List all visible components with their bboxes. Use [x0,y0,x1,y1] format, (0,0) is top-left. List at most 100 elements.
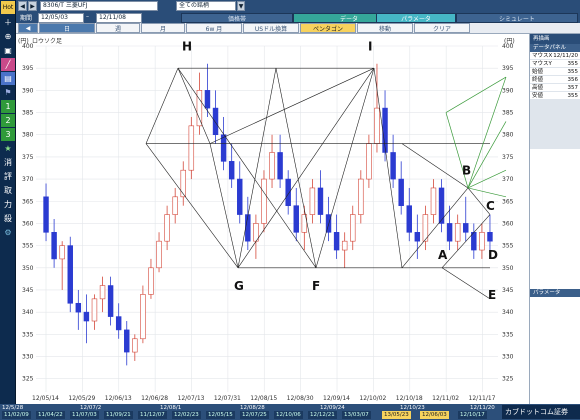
star-icon[interactable]: ★ [1,142,15,155]
left-toolbar: Hot ＋ ⊕ ▣ ╱ ▤ ⚑ 1 2 3 ★ 消 評 取 力 殺 ⚙ [0,0,16,420]
candle-body [487,232,493,242]
tab-small-1[interactable]: ◀ [18,23,38,33]
nav-seg-11[interactable]: 13/05/23 [382,411,411,419]
candle-body [414,232,421,242]
candle-body [293,205,299,233]
nav-seg-4[interactable]: 11/12/07 [138,411,167,419]
line-icon[interactable]: ╱ [1,58,15,71]
x-tick-label: 12/11/17 [469,395,496,402]
candle-body [67,245,73,304]
candle-body [148,267,154,295]
nav-seg-6[interactable]: 12/05/15 [206,411,235,419]
bottom-navigator[interactable]: 12/5/28 12/07/2 12/08/1 12/08/28 12/09/2… [0,404,580,420]
nav-seg-12[interactable]: 12/06/03 [420,411,449,419]
x-tick-label: 12/07/31 [214,395,241,402]
date-to-input[interactable]: 12/11/08 [96,13,142,23]
nav-seg-1[interactable]: 11/04/22 [36,411,65,419]
price-band-button[interactable]: 価格帯 [181,13,293,23]
nav-seg-9[interactable]: 12/12/21 [308,411,337,419]
tool-1-icon[interactable]: 1 [1,100,15,113]
tool-3-icon[interactable]: 3 [1,128,15,141]
scope-select[interactable]: 全ての銘柄 [176,1,236,11]
tab-bar: ◀ 日 週 月 6w 月 USドル換算 ペンタゴン 移動 クリア [16,23,580,34]
fan-line [467,121,507,189]
rate-icon[interactable]: 評 [1,170,15,183]
param-button[interactable]: パラメータ [376,13,456,23]
y-tick-right: 330 [502,354,514,361]
candlestick-chart[interactable]: (円) ロウソク足 (円) 400 400 395 395 390 390 385 385 38… [16,34,530,404]
ticker-field[interactable]: 8306/T 三菱UFJ [40,1,158,11]
point-label-e: E [488,288,496,302]
fan-line [445,76,507,113]
next-icon[interactable]: ▶ [28,1,37,11]
nav-seg-0[interactable]: 11/02/09 [2,411,31,419]
panel-row-mousex: マウスX 12/11/20 [530,52,580,60]
tab-6w[interactable]: 6w 月 [186,23,242,33]
tab-pentagon[interactable]: ペンタゴン [300,23,356,33]
nav-seg-2[interactable]: 11/07/03 [70,411,99,419]
pentagon-line [401,143,469,189]
camera-icon[interactable]: ▣ [1,44,15,57]
erase-icon[interactable]: 消 [1,156,15,169]
candle-body [446,223,453,242]
x-tick-label: 12/09/14 [323,395,350,402]
tab-daily[interactable]: 日 [39,23,95,33]
y-tick-right: 365 [502,198,514,205]
candle-body [124,329,130,353]
candle-body [212,107,219,136]
candle-body [333,232,340,251]
collapse-icon[interactable]: 殺 [1,212,15,225]
param-panel-title: パラメータ [530,289,580,297]
crosshair-icon[interactable]: ＋ [1,16,15,29]
nav-seg-3[interactable]: 11/09/21 [104,411,133,419]
panel-row-high: 高値 357 [530,84,580,92]
tab-move[interactable]: 移動 [357,23,413,33]
settings-icon[interactable]: ⚙ [1,226,15,239]
candle-body [390,152,396,180]
nav-seg-7[interactable]: 12/07/25 [240,411,269,419]
nav-seg-10[interactable]: 13/03/07 [342,411,371,419]
flag-icon[interactable]: ⚑ [1,86,15,99]
nav-seg-8[interactable]: 12/10/06 [274,411,303,419]
x-tick-label: 12/08/30 [287,395,314,402]
zoom-in-icon[interactable]: ⊕ [1,30,15,43]
y-tick-left: 375 [22,154,34,161]
x-tick-label: 12/07/13 [178,395,205,402]
chart-icon[interactable]: ▤ [1,72,15,85]
point-label-a: A [438,248,448,262]
tab-usd[interactable]: USドル換算 [243,23,299,33]
candle-body [83,311,90,322]
y-tick-right: 335 [502,331,514,338]
power-icon[interactable]: 力 [1,198,15,211]
candle-body [454,223,461,242]
y-tick-left: 335 [22,331,34,338]
tool-2-icon[interactable]: 2 [1,114,15,127]
y-tick-left: 340 [22,309,34,316]
scope-dropdown-icon[interactable]: ▼ [237,1,245,11]
tab-clear[interactable]: クリア [414,23,470,33]
candle-body [228,161,235,180]
nav-seg-5[interactable]: 12/02/23 [172,411,201,419]
app-window: { "header": { "hot_label": "Hot", "ticke… [0,0,580,420]
candle-body [115,316,122,331]
x-tick-label: 12/10/02 [359,395,386,402]
candle-body [406,205,412,233]
candle-body [479,232,485,251]
tab-monthly[interactable]: 月 [141,23,185,33]
point-label-f: F [312,279,320,293]
redraw-button[interactable]: 再描画 [530,34,580,44]
date-from-input[interactable]: 12/05/03 [38,13,84,23]
trade-icon[interactable]: 取 [1,184,15,197]
tab-weekly[interactable]: 週 [96,23,140,33]
candle-body [317,187,324,215]
y-tick-right: 360 [502,220,514,227]
prev-icon[interactable]: ◀ [18,1,27,11]
broker-logo: カブドットコム証券 [502,405,580,419]
panel-row-mousey: マウスY 355 [530,60,580,68]
y-tick-right: 355 [502,243,514,250]
simulate-button[interactable]: シミュレート [456,13,578,23]
hot-icon[interactable]: Hot [1,1,15,14]
panel-row-open: 始値 355 [530,68,580,76]
pentagon-line [373,68,403,268]
nav-seg-13[interactable]: 12/10/17 [458,411,487,419]
